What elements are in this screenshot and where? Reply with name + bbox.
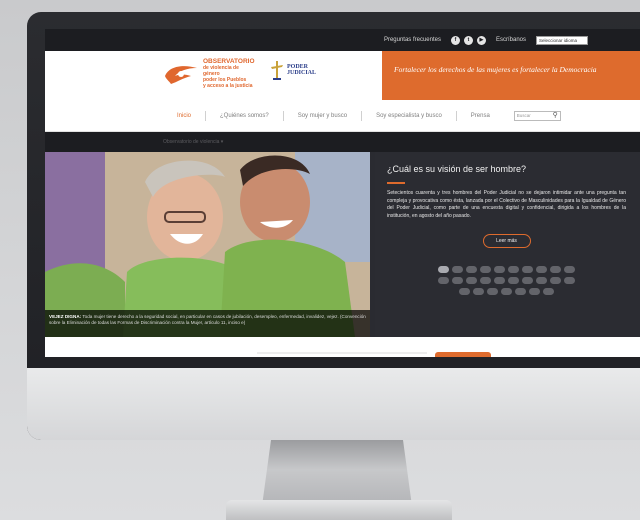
slider-dot[interactable] [522,266,533,273]
slider-dot[interactable] [466,266,477,273]
hero-text-panel: ¿Cuál es su visión de ser hombre? Seteci… [375,152,640,337]
social-icons: f t ▶ [450,35,486,45]
slider-dot[interactable] [494,277,505,284]
slider-dot[interactable] [438,266,449,273]
slider-dot[interactable] [438,277,449,284]
accent-rule [387,182,405,184]
footer-divider [257,352,427,354]
nav-item-quienes-somos[interactable]: ¿Quiénes somos? [206,110,284,121]
judicial-logo-line2: JUDICIAL [287,70,317,76]
slider-dot[interactable] [501,288,512,295]
slider-dot[interactable] [550,266,561,273]
faq-link[interactable]: Preguntas frecuentes [384,37,441,43]
caption-text: Toda mujer tiene derecho a la seguridad … [49,314,366,325]
slider-dot[interactable] [536,277,547,284]
sub-menu-dropdown[interactable]: Observatorio de violencia ▾ [163,139,223,145]
search-icon[interactable]: ⚲ [553,112,558,119]
slider-dot[interactable] [466,277,477,284]
nav-item-soy-mujer[interactable]: Soy mujer y busco [284,110,363,121]
slider-dot[interactable] [550,277,561,284]
observatory-logo[interactable]: OBSERVATORIO de violencia de género pode… [163,58,255,89]
slider-dot[interactable] [543,288,554,295]
language-select[interactable]: Seleccionar idioma [536,35,588,45]
monitor-chin [27,368,640,440]
nav-item-soy-especialista[interactable]: Soy especialista y busco [362,110,457,121]
monitor-stand-base [226,500,452,520]
observatory-logo-text: OBSERVATORIO de violencia de género pode… [203,58,255,89]
facebook-icon[interactable]: f [450,35,460,45]
website-screen: Preguntas frecuentes f t ▶ Escríbanos Se… [45,29,640,357]
main-nav: Inicio ¿Quiénes somos? Soy mujer y busco… [45,100,640,132]
slider-dot[interactable] [494,266,505,273]
hero-question: ¿Cuál es su visión de ser hombre? [387,164,527,174]
observatory-logo-mark [165,66,197,84]
slider-dot[interactable] [536,266,547,273]
scales-icon [271,61,283,80]
slider-dot[interactable] [522,277,533,284]
search-input[interactable]: Buscar [517,113,531,118]
nav-item-prensa[interactable]: Prensa [457,111,504,121]
slider-pagination [387,266,626,295]
youtube-icon[interactable]: ▶ [476,35,486,45]
hero-photo: VEJEZ DIGNA: Toda mujer tiene derecho a … [45,152,370,337]
slider-dot[interactable] [452,277,463,284]
slider-dot[interactable] [564,266,575,273]
hero-caption: VEJEZ DIGNA: Toda mujer tiene derecho a … [45,310,370,337]
slider-dot[interactable] [480,277,491,284]
nav-item-inicio[interactable]: Inicio [163,110,207,121]
slider-dot[interactable] [452,266,463,273]
hero-section: VEJEZ DIGNA: Toda mujer tiene derecho a … [45,152,640,337]
read-more-button[interactable]: Leer más [482,234,531,248]
slider-dot[interactable] [564,277,575,284]
pagination-row [459,288,554,295]
site-header: OBSERVATORIO de violencia de género pode… [45,51,640,100]
slider-dot[interactable] [529,288,540,295]
slider-dot[interactable] [515,288,526,295]
footer-accent-tab [435,352,491,357]
top-bar: Preguntas frecuentes f t ▶ Escríbanos Se… [45,29,640,51]
slider-dot[interactable] [508,277,519,284]
sub-bar: Observatorio de violencia ▾ [45,132,640,152]
caption-title: VEJEZ DIGNA: [49,314,82,319]
slider-dot[interactable] [508,266,519,273]
pagination-row [438,277,575,284]
slider-dot[interactable] [473,288,484,295]
footer-strip [45,337,640,357]
contact-link[interactable]: Escríbanos [496,37,526,43]
hero-body: Setecientos cuarenta y tres hombres del … [387,190,626,219]
pagination-row [438,266,575,273]
monitor-stand-neck [262,440,412,506]
slogan-banner: Fortalecer los derechos de las mujeres e… [382,51,640,100]
slider-dot[interactable] [487,288,498,295]
twitter-icon[interactable]: t [463,35,473,45]
search-box[interactable]: Buscar ⚲ [513,110,561,121]
slider-dot[interactable] [480,266,491,273]
slider-dot[interactable] [459,288,470,295]
judicial-power-logo[interactable]: PODER JUDICIAL [270,59,316,81]
